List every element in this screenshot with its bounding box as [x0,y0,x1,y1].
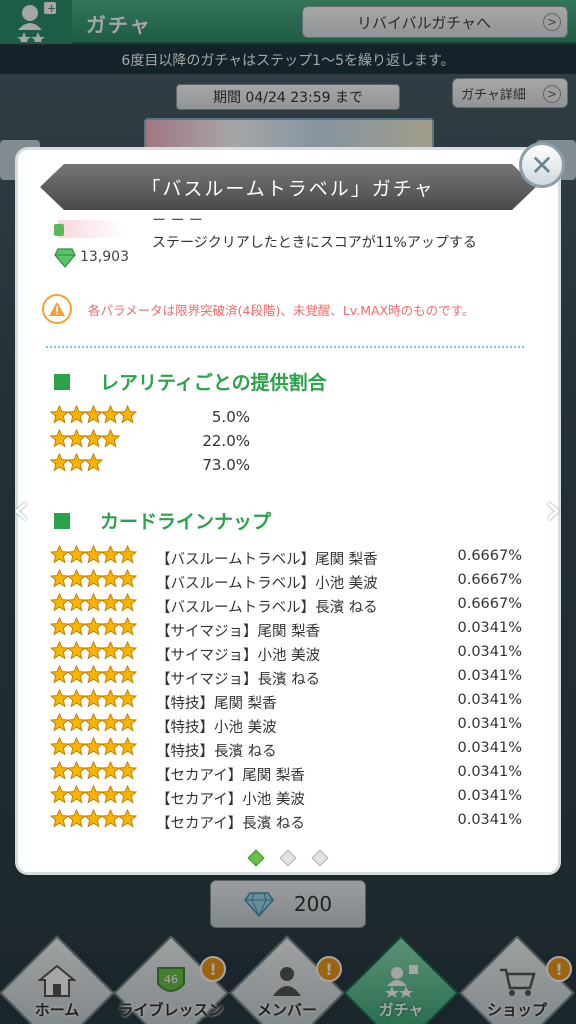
card-stars [50,737,137,760]
rarity-stars [50,405,137,428]
card-rate: 0.0341% [457,716,522,732]
card-name: 【バスルームトラベル】長濱 ねる [156,600,378,616]
star-icon [118,761,137,780]
rarity-rate: 22.0% [202,432,250,450]
card-stars [50,713,137,736]
star-icon [84,453,103,472]
caution-text: 各パラメータは限界突破済(4段階)、未覚醒、Lv.MAX時のものです。 [88,302,475,318]
card-name: 【セカアイ】長濱 ねる [156,816,305,832]
close-icon: ✕ [530,148,554,182]
lineup-row: 【バスルームトラベル】尾関 梨香 0.6667% [50,545,522,569]
lineup-row: 【セカアイ】長濱 ねる 0.0341% [50,809,522,833]
prev-page-arrow-icon[interactable]: ‹ [6,488,36,536]
card-name: 【特技】小池 美波 [156,720,277,736]
rarity-rate: 73.0% [202,456,250,474]
card-stars [50,617,137,640]
lineup-row: 【セカアイ】尾関 梨香 0.0341% [50,761,522,785]
section-bullet-icon [54,373,70,390]
star-icon [101,429,120,448]
lineup-row: 【セカアイ】小池 美波 0.0341% [50,785,522,809]
lineup-section-label: カードラインナップ [100,511,272,533]
card-stars [50,665,137,688]
star-icon [118,737,137,756]
warning-icon [42,294,72,324]
star-icon [118,617,137,636]
skill-description: ステージクリアしたときにスコアが11%アップする [152,235,477,251]
lineup-row: 【バスルームトラベル】小池 美波 0.6667% [50,569,522,593]
lineup-row: 【特技】長濱 ねる 0.0341% [50,737,522,761]
card-rate: 0.0341% [457,812,522,828]
card-stars [50,593,137,616]
rarity-stars [50,429,120,452]
power-gem-icon [54,248,76,268]
rarity-row: 22.0% [50,429,250,453]
divider [46,346,524,348]
modal-title: 「バスルームトラベル」ガチャ [40,164,536,210]
star-icon [118,569,137,588]
card-rate: 0.0341% [457,620,522,636]
card-name: 【サイマジョ】小池 美波 [156,648,321,664]
card-stars [50,761,137,784]
lineup-row: 【特技】小池 美波 0.0341% [50,713,522,737]
star-icon [118,665,137,684]
star-icon [118,593,137,612]
card-rate: 0.0341% [457,692,522,708]
card-name: 【セカアイ】小池 美波 [156,792,305,808]
skill-name-partial: ー ー ー [152,210,203,220]
card-thumbnail [54,220,124,238]
card-name: 【サイマジョ】尾関 梨香 [156,624,321,640]
card-rate: 0.0341% [457,740,522,756]
star-icon [118,785,137,804]
card-name: 【バスルームトラベル】小池 美波 [156,576,378,592]
lineup-row: 【サイマジョ】小池 美波 0.0341% [50,641,522,665]
card-stars [50,809,137,832]
star-icon [118,809,137,828]
star-icon [118,689,137,708]
card-stars [50,785,137,808]
section-bullet-icon [54,512,70,529]
rarity-stars [50,453,103,476]
card-rate: 0.6667% [457,572,522,588]
card-rate: 0.0341% [457,788,522,804]
card-name: 【特技】長濱 ねる [156,744,277,760]
lineup-section-title: カードラインナップ [54,507,271,534]
star-icon [118,545,137,564]
star-icon [118,713,137,732]
lineup-row: 【バスルームトラベル】長濱 ねる 0.6667% [50,593,522,617]
rarity-rate: 5.0% [211,408,250,426]
power-value: 13,903 [80,249,129,265]
card-name: 【バスルームトラベル】尾関 梨香 [156,552,378,568]
star-icon [118,641,137,660]
lineup-row: 【特技】尾関 梨香 0.0341% [50,689,522,713]
rarity-section-label: レアリティごとの提供割合 [100,372,327,394]
card-stars [50,689,137,712]
lineup-row: 【サイマジョ】長濱 ねる 0.0341% [50,665,522,689]
card-rate: 0.6667% [457,596,522,612]
card-name: 【セカアイ】尾関 梨香 [156,768,305,784]
lineup-row: 【サイマジョ】尾関 梨香 0.0341% [50,617,522,641]
card-name: 【サイマジョ】長濱 ねる [156,672,321,688]
star-icon [118,405,137,424]
next-page-arrow-icon[interactable]: › [538,488,568,536]
card-stars [50,545,137,568]
card-name: 【特技】尾関 梨香 [156,696,277,712]
card-stars [50,569,137,592]
card-rate: 0.0341% [457,644,522,660]
caution-notice: 各パラメータは限界突破済(4段階)、未覚醒、Lv.MAX時のものです。 [42,292,532,326]
rarity-row: 73.0% [50,453,250,477]
card-rate: 0.0341% [457,668,522,684]
card-rate: 0.0341% [457,764,522,780]
close-button[interactable]: ✕ [519,142,565,188]
card-rate: 0.6667% [457,548,522,564]
rarity-section-title: レアリティごとの提供割合 [54,368,327,395]
card-stars [50,641,137,664]
rarity-row: 5.0% [50,405,250,429]
